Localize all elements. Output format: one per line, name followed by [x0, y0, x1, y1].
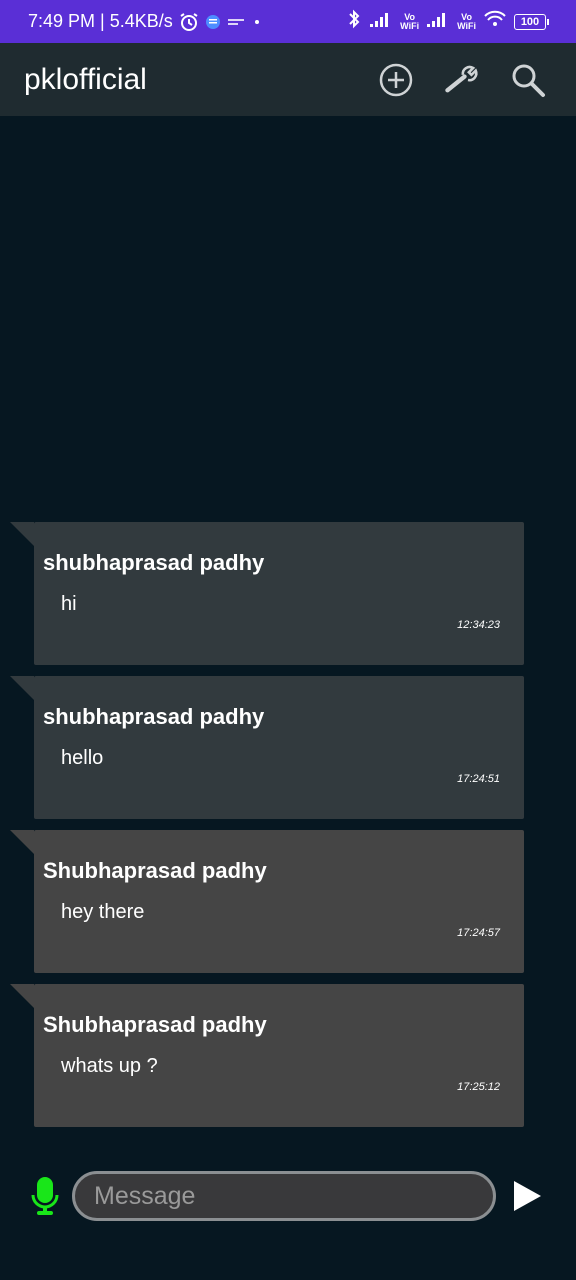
- message-text: whats up ?: [61, 1055, 158, 1077]
- message-input[interactable]: [72, 1171, 496, 1221]
- signal-icon: [369, 10, 393, 33]
- send-icon[interactable]: [511, 1179, 543, 1213]
- message-sender: Shubhaprasad padhy: [43, 1012, 267, 1037]
- message-time: 17:24:57: [457, 927, 500, 939]
- message-text: hey there: [61, 901, 145, 923]
- dot-icon: [251, 16, 263, 28]
- page-title: pklofficial: [24, 62, 147, 96]
- bluetooth-icon: [346, 9, 362, 34]
- composer: [0, 1160, 576, 1230]
- message-bubble: Shubhaprasad padhy hey there 17:24:57: [10, 830, 524, 973]
- message-bubble: shubhaprasad padhy hi 12:34:23: [10, 522, 524, 665]
- message-time: 12:34:23: [457, 619, 500, 631]
- message-text: hello: [61, 747, 104, 769]
- message-list[interactable]: shubhaprasad padhy hi 12:34:23 shubhapra…: [0, 116, 576, 1146]
- status-bar: 7:49 PM | 5.4KB/s Vo WiFi Vo WiFi 100: [0, 0, 576, 43]
- search-icon[interactable]: [510, 62, 546, 98]
- message-text: hi: [61, 593, 77, 615]
- message-sender: shubhaprasad padhy: [43, 704, 265, 729]
- status-time-speed: 7:49 PM | 5.4KB/s: [28, 11, 173, 31]
- wifi-icon: [483, 10, 507, 33]
- app-bar: pklofficial: [0, 43, 576, 116]
- battery-icon: 100: [514, 13, 549, 30]
- vo-wifi-label: Vo WiFi: [457, 11, 476, 31]
- notification-app-icon: [205, 14, 221, 30]
- alarm-icon: [179, 12, 199, 32]
- wrench-icon[interactable]: [444, 62, 480, 98]
- message-bubble: Shubhaprasad padhy whats up ? 17:25:12: [10, 984, 524, 1127]
- microphone-icon[interactable]: [30, 1175, 60, 1217]
- signal-icon: [426, 10, 450, 33]
- message-time: 17:24:51: [457, 773, 500, 785]
- add-icon[interactable]: [378, 62, 414, 98]
- message-bubble: shubhaprasad padhy hello 17:24:51: [10, 676, 524, 819]
- message-sender: Shubhaprasad padhy: [43, 858, 267, 883]
- vo-wifi-label: Vo WiFi: [400, 11, 420, 31]
- message-sender: shubhaprasad padhy: [43, 550, 265, 575]
- small-app-icon: [227, 16, 245, 28]
- message-time: 17:25:12: [457, 1081, 500, 1093]
